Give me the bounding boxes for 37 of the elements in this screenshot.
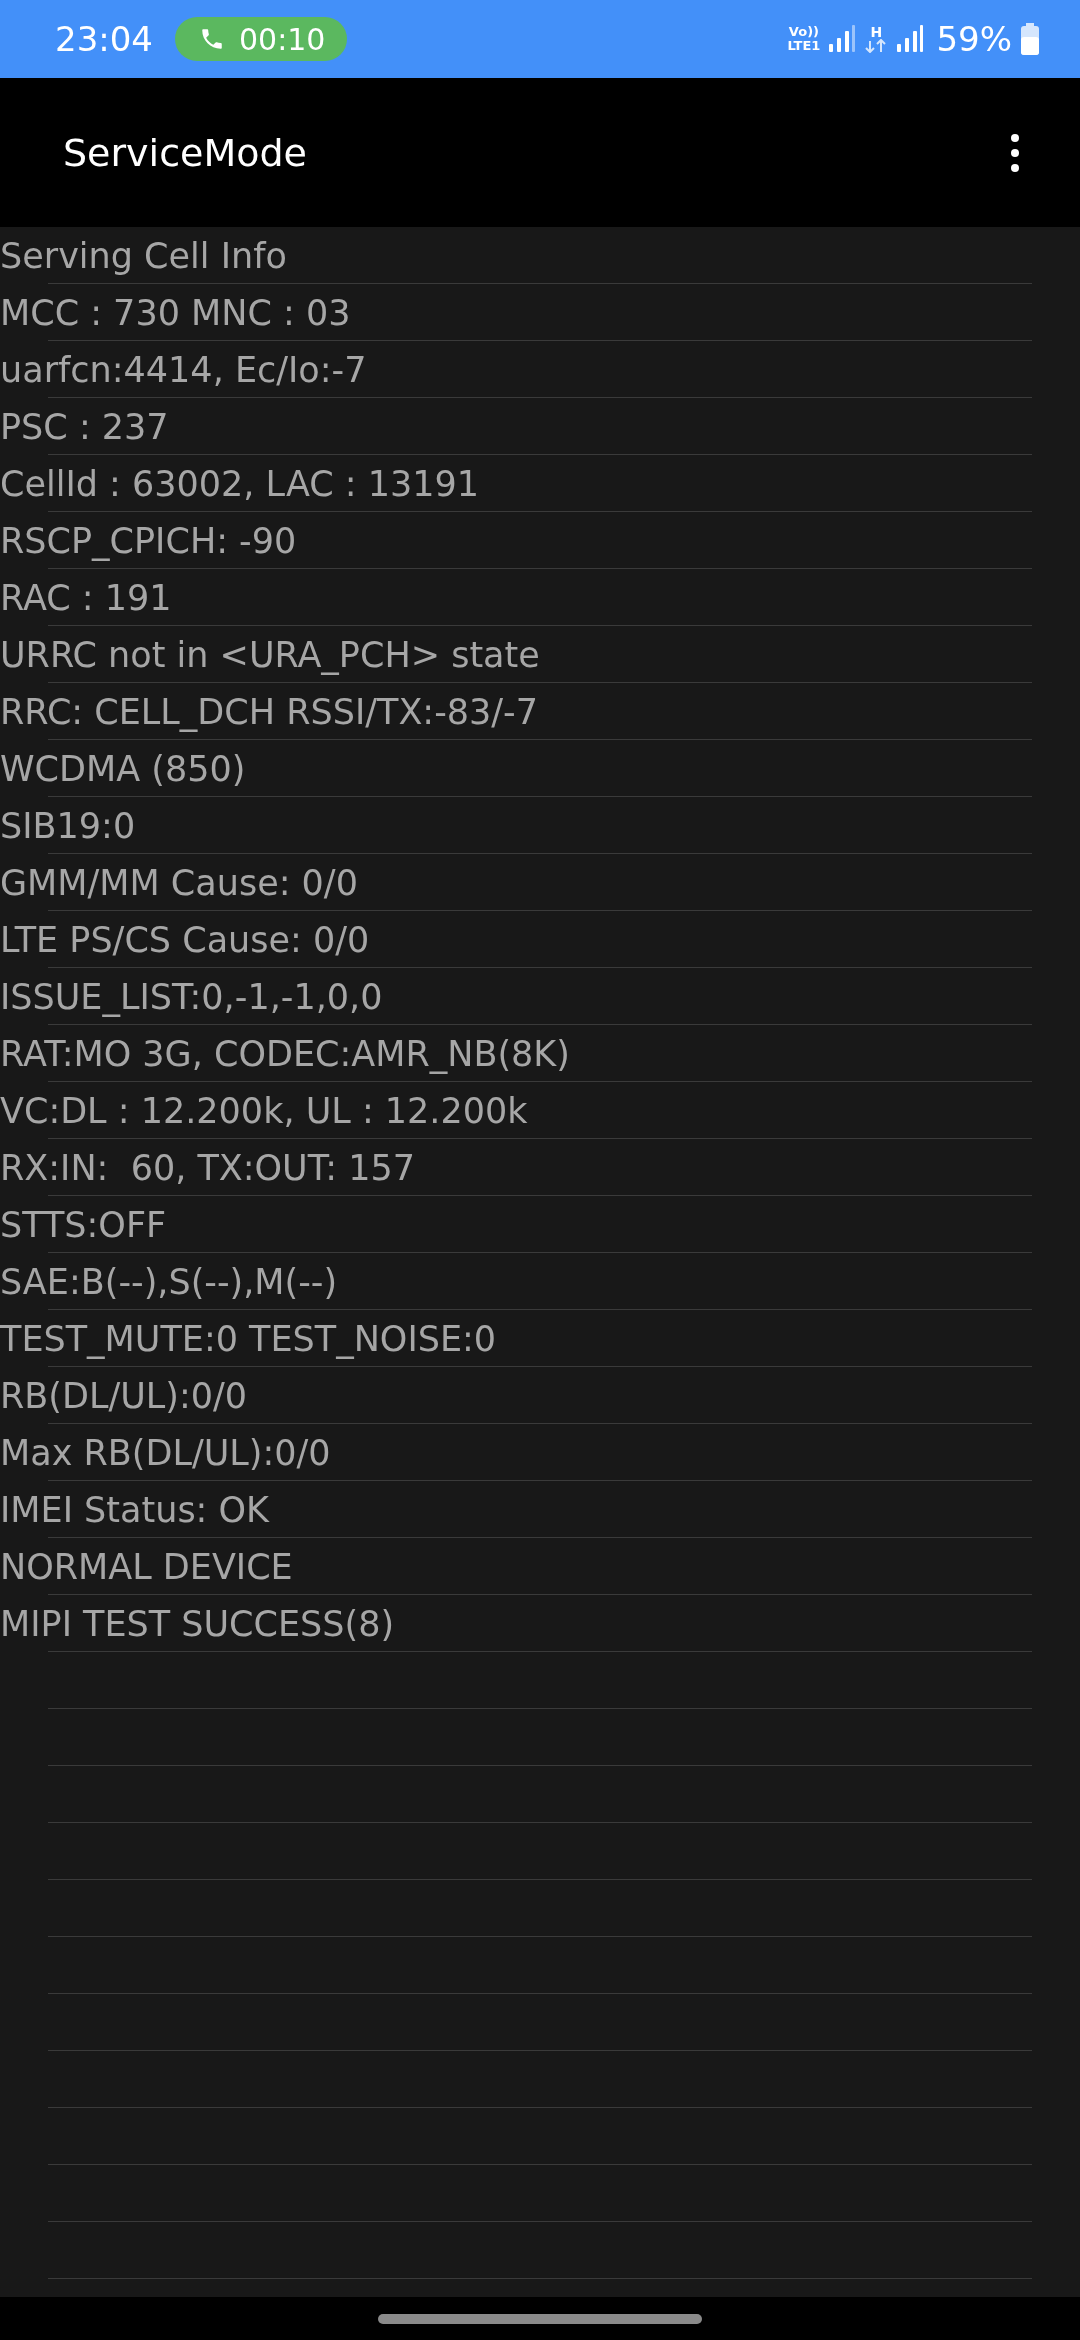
info-line: RX:IN: 60, TX:OUT: 157: [0, 1147, 415, 1188]
info-line: GMM/MM Cause: 0/0: [0, 862, 358, 903]
info-line: RB(DL/UL):0/0: [0, 1375, 248, 1416]
info-line: ISSUE_LIST:0,-1,-1,0,0: [0, 976, 383, 1017]
info-line: VC:DL : 12.200k, UL : 12.200k: [0, 1090, 528, 1131]
signal-icon: [828, 24, 857, 54]
info-line: WCDMA (850): [0, 748, 246, 789]
info-line: SAE:B(--),S(--),M(--): [0, 1261, 338, 1302]
info-line: RRC: CELL_DCH RSSI/TX:-83/-7: [0, 691, 538, 732]
more-options-icon[interactable]: [1010, 132, 1020, 173]
info-line: URRC not in <URA_PCH> state: [0, 634, 540, 675]
info-line: IMEI Status: OK: [0, 1489, 270, 1530]
info-line: CellId : 63002, LAC : 13191: [0, 463, 480, 504]
info-line: Max RB(DL/UL):0/0: [0, 1432, 331, 1473]
data-type-indicator: H: [864, 25, 889, 53]
phone-icon: [199, 26, 225, 52]
info-line: LTE PS/CS Cause: 0/0: [0, 919, 370, 960]
status-time: 23:04: [55, 19, 153, 59]
info-line: SIB19:0: [0, 805, 136, 846]
info-line: MIPI TEST SUCCESS(8): [0, 1603, 395, 1644]
battery-percentage: 59%: [936, 19, 1012, 59]
info-line: RAT:MO 3G, CODEC:AMR_NB(8K): [0, 1033, 570, 1074]
volte-indicator: Vo)) LTE1: [787, 25, 821, 53]
signal-icon: [896, 24, 925, 54]
battery-icon: [1020, 23, 1040, 55]
info-line: RAC : 191: [0, 577, 172, 618]
info-line: RSCP_CPICH: -90: [0, 520, 297, 561]
home-handle[interactable]: [378, 2313, 702, 2324]
info-line: STTS:OFF: [0, 1204, 167, 1245]
info-line: Serving Cell Info: [0, 235, 287, 276]
info-line: TEST_MUTE:0 TEST_NOISE:0: [0, 1318, 497, 1359]
info-line: MCC : 730 MNC : 03: [0, 292, 351, 333]
call-chip[interactable]: 00:10: [175, 17, 348, 61]
info-line: PSC : 237: [0, 406, 169, 447]
info-line: NORMAL DEVICE: [0, 1546, 293, 1587]
info-line: uarfcn:4414, Ec/Io:-7: [0, 349, 367, 390]
app-title: ServiceMode: [63, 130, 307, 175]
